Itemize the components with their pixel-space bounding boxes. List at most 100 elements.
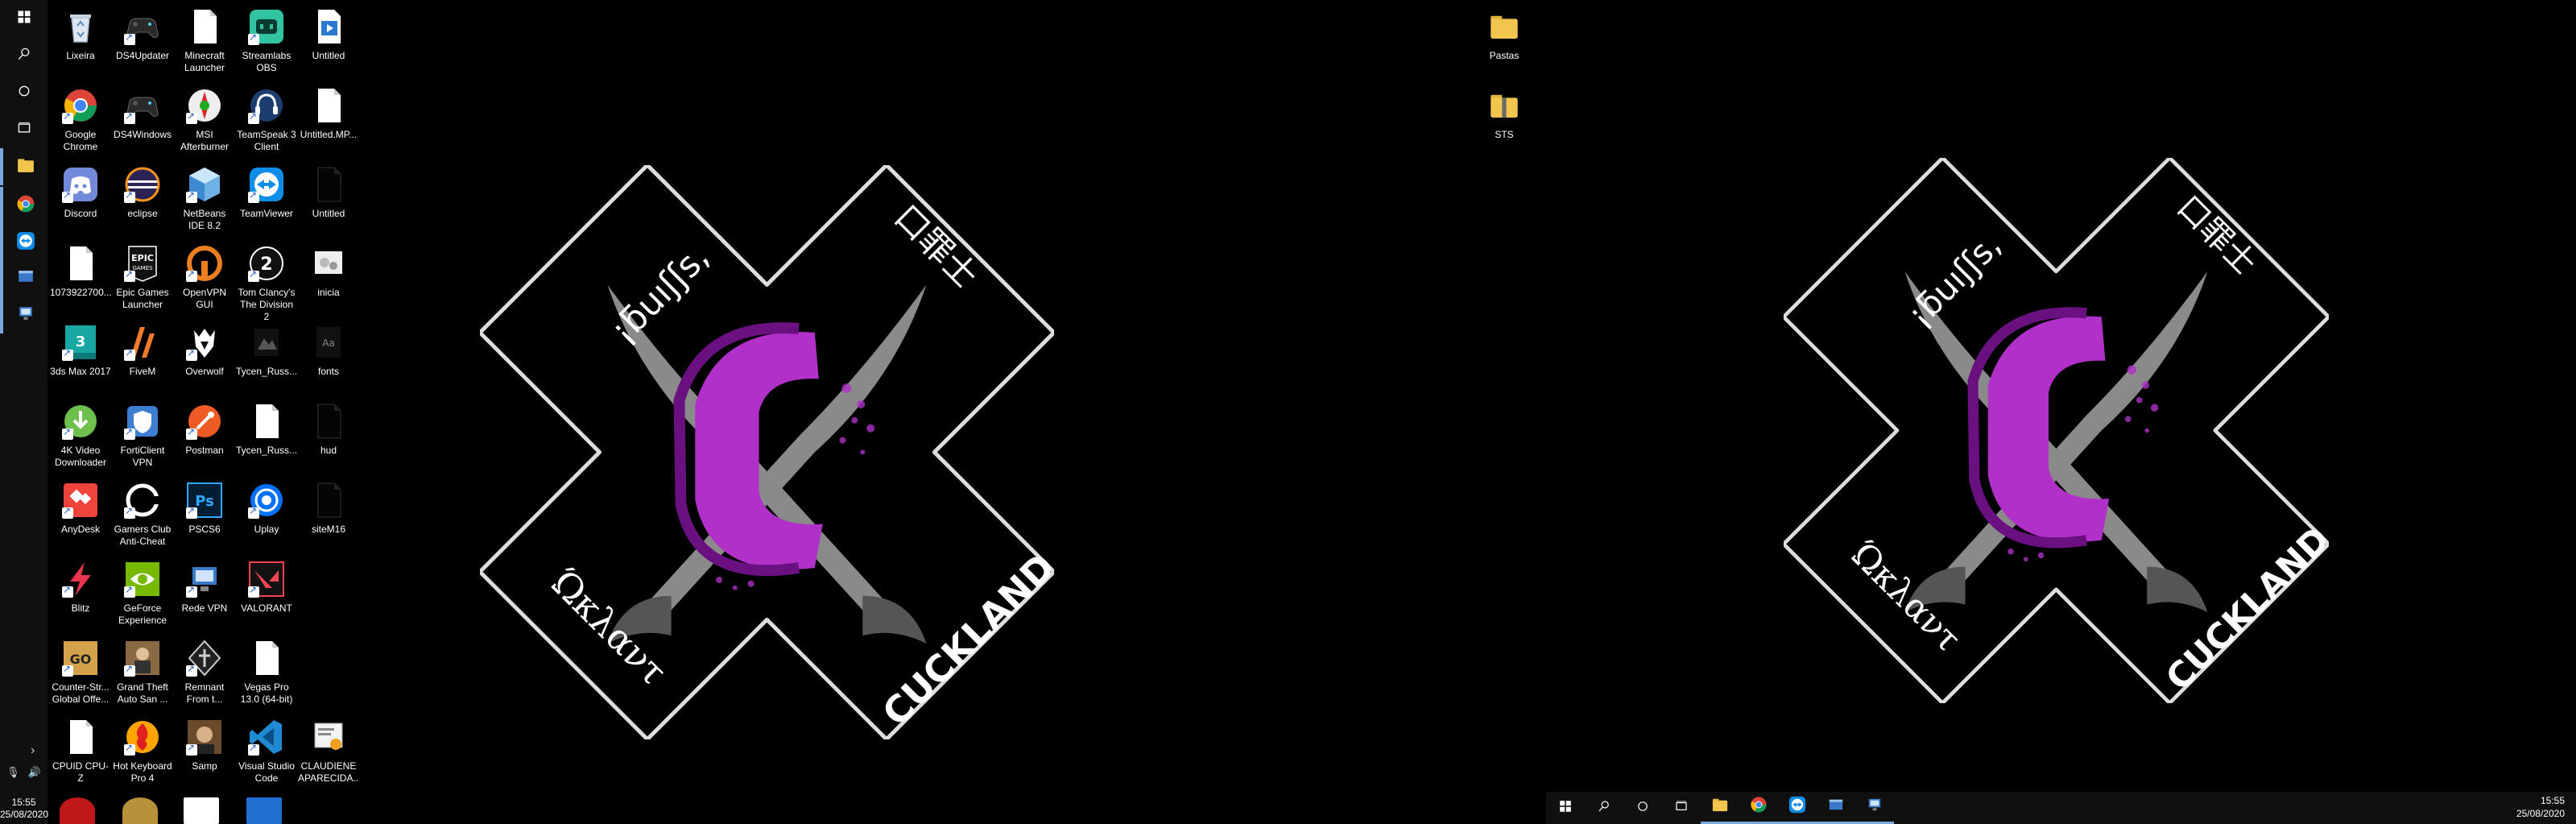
- gta-icon: [122, 638, 163, 678]
- bottom-taskbar-teamviewer-button[interactable]: [1778, 792, 1817, 824]
- uplay-icon: [246, 480, 287, 520]
- desktop-icon[interactable]: MSI Afterburner: [174, 79, 235, 153]
- desktop-icon[interactable]: eclipse: [112, 158, 173, 220]
- left-taskbar-start-button[interactable]: [0, 0, 48, 37]
- desktop-icon[interactable]: Vegas Pro 13.0 (64-bit): [236, 631, 297, 706]
- desktop-icon[interactable]: Google Chrome: [50, 79, 111, 153]
- bottom-taskbar-start-button[interactable]: [1546, 792, 1585, 824]
- desktop-icon[interactable]: 3 3ds Max 2017: [50, 316, 111, 378]
- fivem-icon: [122, 322, 163, 362]
- red-app-icon[interactable]: [60, 797, 95, 824]
- bottom-taskbar-file-explorer-button[interactable]: [1701, 792, 1739, 824]
- desktop-icon[interactable]: TeamSpeak 3 Client: [236, 79, 297, 153]
- desktop-icon[interactable]: Remnant From t...: [174, 631, 235, 706]
- desktop-icon[interactable]: Untitled: [298, 158, 359, 220]
- desktop-icon[interactable]: Untitled.MP...: [298, 79, 359, 141]
- desktop-icon[interactable]: Aa fonts: [298, 316, 359, 378]
- lol-icon[interactable]: [122, 797, 158, 824]
- desktop-icon[interactable]: Rede VPN: [174, 553, 235, 615]
- desktop-icon[interactable]: Pastas: [1474, 0, 1535, 62]
- desktop-icon[interactable]: Tycen_Russ...: [236, 395, 297, 457]
- bottom-taskbar-chrome-button[interactable]: [1739, 792, 1778, 824]
- desktop-icon-label: GeForce Experience: [118, 602, 167, 626]
- desktop-icon[interactable]: DS4Updater: [112, 0, 173, 62]
- left-taskbar-clock[interactable]: 15:55 25/08/2020: [0, 797, 48, 821]
- desktop-icon[interactable]: Visual Studio Code: [236, 710, 297, 785]
- left-taskbar-chrome-button[interactable]: [0, 187, 48, 224]
- desktop-icon[interactable]: Hot Keyboard Pro 4: [112, 710, 173, 785]
- left-taskbar-teamviewer-button[interactable]: [0, 224, 48, 261]
- desktop-icon[interactable]: DS4Windows: [112, 79, 173, 141]
- desktop-icon-label: TeamViewer: [240, 208, 293, 219]
- shortcut-arrow-icon: [186, 426, 197, 440]
- network-icon: [1865, 795, 1884, 818]
- desktop-icon[interactable]: FiveM: [112, 316, 173, 378]
- left-taskbar-task-view-button[interactable]: [0, 111, 48, 148]
- desktop-icon[interactable]: Blitz: [50, 553, 111, 615]
- desktop-icon[interactable]: VALORANT: [236, 553, 297, 615]
- desktop-icon[interactable]: Grand Theft Auto San ...: [112, 631, 173, 706]
- desktop-icon[interactable]: 1073922700...: [50, 237, 111, 299]
- tray-chevron-icon[interactable]: ›: [31, 743, 35, 758]
- desktop-icon[interactable]: CLAUDIENE APARECIDA...: [298, 710, 359, 785]
- desktop-icon[interactable]: OpenVPN GUI: [174, 237, 235, 311]
- desktop-icon[interactable]: GeForce Experience: [112, 553, 173, 627]
- desktop-icon[interactable]: Lixeira: [50, 0, 111, 62]
- desktop-icon[interactable]: FortiClient VPN: [112, 395, 173, 469]
- left-taskbar-file-explorer-button[interactable]: [0, 148, 48, 185]
- desktop-icon[interactable]: Gamers Club Anti-Cheat: [112, 474, 173, 548]
- desktop-icon[interactable]: 4K Video Downloader: [50, 395, 111, 469]
- bottom-taskbar-search-button[interactable]: [1585, 792, 1623, 824]
- desktop-icon[interactable]: Untitled: [298, 0, 359, 62]
- desktop-icon[interactable]: STS: [1474, 79, 1535, 141]
- settings-app-icon[interactable]: [246, 797, 282, 824]
- desktop-icon[interactable]: Uplay: [236, 474, 297, 536]
- left-taskbar-app-button-2[interactable]: [0, 296, 48, 333]
- shortcut-arrow-icon: [186, 110, 197, 124]
- search-icon: [1596, 798, 1612, 818]
- shortcut-arrow-icon: [248, 742, 259, 756]
- desktop-icon[interactable]: Samp: [174, 710, 235, 772]
- desktop-icon[interactable]: hud: [298, 395, 359, 457]
- bottom-taskbar-cortana-button[interactable]: [1623, 792, 1662, 824]
- left-taskbar-app-button-1[interactable]: [0, 259, 48, 296]
- desktop-icon[interactable]: Postman: [174, 395, 235, 457]
- volume-icon[interactable]: 🔊: [28, 766, 41, 779]
- desktop-icon[interactable]: Minecraft Launcher: [174, 0, 235, 74]
- bottom-taskbar-task-view-button[interactable]: [1662, 792, 1701, 824]
- desktop-icon[interactable]: Tycen_Russ...: [236, 316, 297, 378]
- left-taskbar-cortana-button[interactable]: [0, 74, 48, 111]
- teamviewer-icon: [15, 230, 36, 255]
- chrome-icon: [1749, 795, 1768, 818]
- desktop-icon[interactable]: CPUID CPU-Z: [50, 710, 111, 785]
- desktop-icon[interactable]: Ps PSCS6: [174, 474, 235, 536]
- shortcut-arrow-icon: [248, 268, 259, 282]
- tray-icons: 🎙 🔊: [6, 766, 41, 779]
- bottom-taskbar-clock[interactable]: 15:55 25/08/2020: [2516, 794, 2565, 820]
- desktop-icon[interactable]: Discord: [50, 158, 111, 220]
- desktop-icon[interactable]: GO Counter-Str... Global Offe...: [50, 631, 111, 706]
- desktop-icon[interactable]: EPIC GAMES Epic Games Launcher: [112, 237, 173, 311]
- teamviewer-icon: [1788, 795, 1807, 818]
- desktop-icon[interactable]: Streamlabs OBS: [236, 0, 297, 74]
- desktop-icon[interactable]: TeamViewer: [236, 158, 297, 220]
- shortcut-arrow-icon: [124, 426, 135, 440]
- left-taskbar-search-button[interactable]: [0, 37, 48, 74]
- desktop-icon-label: Samp: [192, 760, 217, 772]
- desktop-icon[interactable]: inicia: [298, 237, 359, 299]
- desktop-icon-label: Untitled: [312, 208, 345, 219]
- shortcut-arrow-icon: [124, 663, 135, 677]
- svg-text:Ps: Ps: [195, 493, 214, 510]
- bottom-taskbar-app-button-2[interactable]: [1855, 792, 1894, 824]
- desktop-icon[interactable]: 2Tom Clancy's The Division 2: [236, 237, 297, 323]
- bottom-taskbar-app-button-1[interactable]: [1817, 792, 1855, 824]
- black-file-icon: [308, 480, 349, 520]
- desktop-icon[interactable]: AnyDesk: [50, 474, 111, 536]
- gamersclub-icon: [122, 480, 163, 520]
- desktop-icon[interactable]: siteM16: [298, 474, 359, 536]
- desktop-icon[interactable]: Overwolf: [174, 316, 235, 378]
- desktop-icon[interactable]: NetBeans IDE 8.2: [174, 158, 235, 232]
- microphone-icon[interactable]: 🎙: [6, 766, 20, 779]
- division2-icon: 2: [246, 243, 287, 284]
- document-icon[interactable]: [184, 797, 219, 824]
